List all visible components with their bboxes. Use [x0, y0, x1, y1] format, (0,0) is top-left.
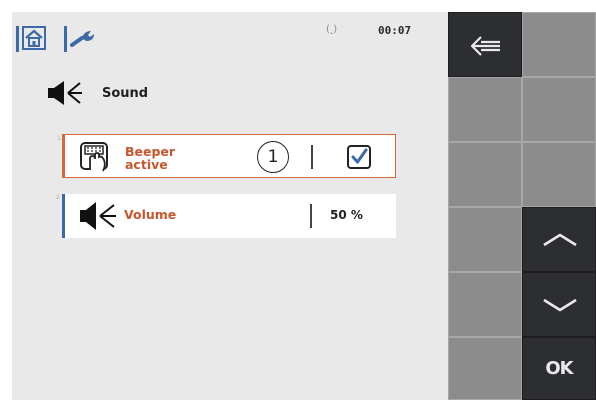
- softkey-empty: [448, 207, 522, 272]
- main-panel: (ꞈ) 00:07 Sound 1 Beeper active 1 2 Volu…: [12, 12, 448, 400]
- param-label: Volume: [124, 207, 177, 222]
- row-index: 1: [57, 135, 61, 142]
- ok-softkey[interactable]: OK: [522, 337, 596, 400]
- home-icon: [22, 26, 46, 50]
- speaker-icon: [48, 81, 82, 105]
- param-row-volume[interactable]: 2 Volume 50 %: [56, 194, 396, 238]
- beeper-icon: [80, 142, 108, 172]
- softkey-empty: [522, 142, 596, 207]
- scroll-up-softkey[interactable]: [522, 207, 596, 272]
- callout-marker: 1: [257, 141, 289, 173]
- wrench-icon: [70, 31, 94, 47]
- softkey-empty: [448, 142, 522, 207]
- softkey-empty: [448, 77, 522, 142]
- softkey-empty: [448, 272, 522, 337]
- value-separator: [310, 204, 312, 228]
- scroll-down-softkey[interactable]: [522, 272, 596, 337]
- softkey-empty: [522, 12, 596, 77]
- terminal-screen: (ꞈ) 00:07 Sound 1 Beeper active 1 2 Volu…: [0, 0, 596, 410]
- value-separator: [311, 145, 313, 169]
- row-indicator-bar: [62, 194, 65, 238]
- param-label: Beeper active: [125, 144, 176, 172]
- beeper-checkbox[interactable]: [347, 145, 371, 169]
- chevron-down-icon: [543, 298, 577, 312]
- softkey-panel: OK: [448, 12, 596, 400]
- row-index: 2: [56, 194, 60, 201]
- softkey-empty: [522, 77, 596, 142]
- signal-indicator: (ꞈ): [326, 24, 338, 35]
- home-button[interactable]: [16, 22, 50, 54]
- checkmark-icon: [351, 148, 368, 164]
- chevron-up-icon: [543, 233, 577, 247]
- settings-button[interactable]: [64, 22, 98, 54]
- back-arrow-icon: [470, 36, 500, 56]
- row-indicator-bar: [61, 133, 65, 178]
- ok-label: OK: [545, 358, 573, 379]
- settings-indicator-bar: [64, 26, 67, 52]
- home-indicator-bar: [16, 26, 19, 52]
- speaker-icon: [80, 202, 116, 230]
- volume-value: 50 %: [330, 208, 363, 222]
- section-title: Sound: [102, 86, 149, 101]
- param-row-beeper[interactable]: 1 Beeper active 1: [57, 133, 396, 178]
- callout-number: 1: [267, 147, 279, 167]
- clock: 00:07: [378, 24, 412, 37]
- back-softkey[interactable]: [448, 12, 522, 77]
- softkey-empty: [448, 337, 522, 400]
